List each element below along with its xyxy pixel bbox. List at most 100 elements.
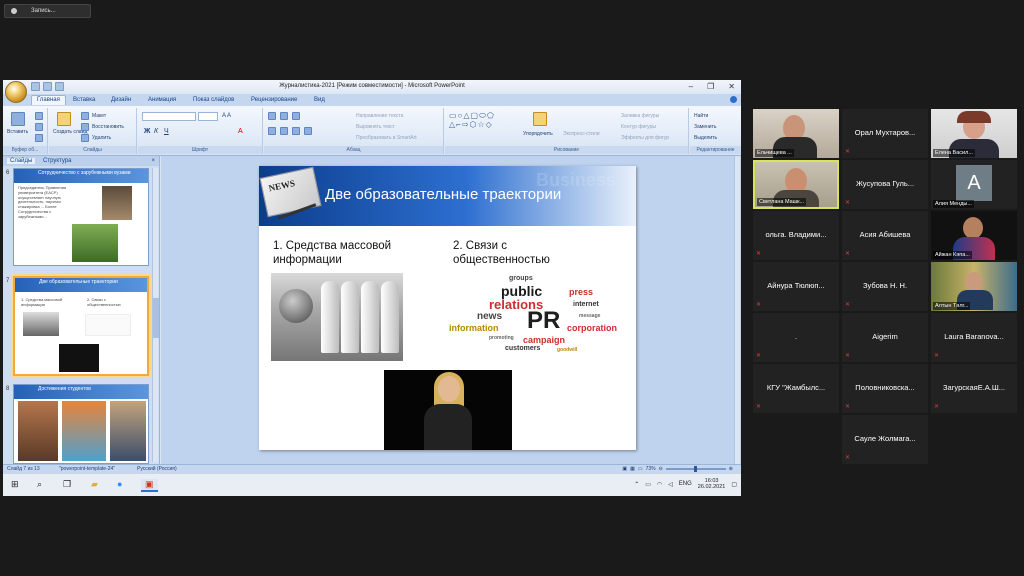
participant-tile[interactable]: Елена Васил...: [931, 109, 1017, 158]
participant-tile[interactable]: КГУ "Жамбылс... ✕: [753, 364, 839, 413]
recording-indicator[interactable]: Запись...: [4, 4, 91, 18]
input-language[interactable]: ENG: [679, 481, 692, 487]
align-right-icon[interactable]: [292, 127, 300, 135]
select-button[interactable]: Выделить: [694, 135, 717, 141]
file-explorer-icon[interactable]: ▰: [91, 479, 98, 490]
network-icon[interactable]: ▭: [645, 481, 651, 488]
participant-tile[interactable]: A Алия Менды...: [931, 160, 1017, 209]
shape-effects-button[interactable]: Эффекты для фигур: [621, 135, 669, 141]
participant-tile[interactable]: ЗагурскаяЕ.А.Ш... ✕: [931, 364, 1017, 413]
find-button[interactable]: Найти: [694, 113, 708, 119]
font-name-field[interactable]: [142, 112, 196, 121]
copy-icon[interactable]: [35, 123, 43, 131]
minimize-icon[interactable]: –: [689, 82, 693, 91]
participant-tile[interactable]: ольга. Владими... ✕: [753, 211, 839, 260]
slide-thumbnail[interactable]: Сотрудничество с зарубежными вузами Пред…: [13, 168, 149, 266]
justify-icon[interactable]: [304, 127, 312, 135]
smartart-button[interactable]: Преобразовать в SmartArt: [356, 135, 417, 141]
current-slide[interactable]: Business NEWS Две образовательные траект…: [259, 166, 636, 450]
tab-home[interactable]: Главная: [31, 95, 66, 105]
participant-tile[interactable]: Алтын Тәлг...: [931, 262, 1017, 311]
numbering-icon[interactable]: [280, 112, 288, 120]
shape-fill-button[interactable]: Заливка фигуры: [621, 113, 659, 119]
restore-icon[interactable]: ❐: [707, 82, 714, 91]
express-styles-button[interactable]: Экспресс-стили: [563, 131, 600, 137]
font-size-field[interactable]: [198, 112, 218, 121]
normal-view-icon[interactable]: ▣: [622, 466, 627, 472]
paste-button[interactable]: Вставить: [7, 129, 28, 135]
replace-button[interactable]: Заменить: [694, 124, 716, 130]
slide-thumbnail[interactable]: Достижения студентов: [13, 384, 149, 464]
wifi-icon[interactable]: ◠: [657, 481, 662, 488]
participant-tile[interactable]: Жусупова Гуль... ✕: [842, 160, 928, 209]
sorter-view-icon[interactable]: ▦: [630, 466, 635, 472]
slide-scrollbar[interactable]: [734, 156, 740, 464]
zoom-slider[interactable]: [665, 466, 726, 472]
underline-icon[interactable]: Ч: [164, 128, 169, 135]
shape-outline-button[interactable]: Контур фигуры: [621, 124, 656, 130]
powerpoint-taskbar-icon[interactable]: ▣: [141, 479, 158, 492]
layout-button[interactable]: Макет: [92, 113, 106, 119]
participant-tile[interactable]: Зубова Н. Н. ✕: [842, 262, 928, 311]
zoom-app-icon[interactable]: ●: [117, 479, 122, 489]
arrange-button[interactable]: Упорядочить: [523, 131, 553, 137]
delete-button[interactable]: Удалить: [92, 135, 111, 141]
tab-slides[interactable]: Слайды: [7, 158, 36, 164]
italic-icon[interactable]: К: [154, 128, 158, 135]
shapes-gallery-row2[interactable]: △⌐⇨⬡☆◇: [449, 120, 493, 129]
tray-chevron-icon[interactable]: ⌃: [634, 481, 639, 488]
grow-font-icon[interactable]: A A: [222, 113, 231, 119]
cut-icon[interactable]: [35, 112, 43, 120]
participant-tile[interactable]: . ✕: [753, 313, 839, 362]
participant-tile[interactable]: Айнура Тюлюп... ✕: [753, 262, 839, 311]
clock[interactable]: 16:03 26.02.2021: [698, 478, 726, 491]
align-left-icon[interactable]: [268, 127, 276, 135]
close-icon[interactable]: ✕: [728, 82, 735, 91]
restore-button[interactable]: Восстановить: [92, 124, 124, 130]
participant-tile[interactable]: Laura Baranova... ✕: [931, 313, 1017, 362]
zoom-out-icon[interactable]: ⊖: [659, 466, 663, 472]
participant-tile[interactable]: Айжан Кәпа...: [931, 211, 1017, 260]
participant-tile-active-speaker[interactable]: Светлана Машк...: [753, 160, 839, 209]
participant-tile[interactable]: Ельчищева ...: [753, 109, 839, 158]
slide-thumbnail-selected[interactable]: Две образовательные траектории 1. Средст…: [13, 276, 149, 376]
delete-icon[interactable]: [81, 134, 89, 142]
task-view-icon[interactable]: ❐: [63, 479, 71, 490]
format-painter-icon[interactable]: [35, 134, 43, 142]
font-color-icon[interactable]: A: [238, 128, 243, 135]
participant-tile[interactable]: Сауле Жолмага... ✕: [842, 415, 928, 464]
tab-design[interactable]: Дизайн: [111, 97, 131, 103]
tab-insert[interactable]: Вставка: [73, 97, 95, 103]
tab-slideshow[interactable]: Показ слайдов: [193, 97, 234, 103]
zoom-in-icon[interactable]: ⊕: [729, 466, 733, 472]
slideshow-view-icon[interactable]: ▭: [638, 466, 643, 472]
tab-review[interactable]: Рецензирование: [251, 97, 297, 103]
align-text-button[interactable]: Выровнять текст: [356, 124, 395, 130]
paste-icon[interactable]: [11, 112, 25, 126]
align-center-icon[interactable]: [280, 127, 288, 135]
participant-tile[interactable]: Половниковска... ✕: [842, 364, 928, 413]
tab-animation[interactable]: Анимация: [148, 97, 176, 103]
bullets-icon[interactable]: [268, 112, 276, 120]
indent-icon[interactable]: [292, 112, 300, 120]
office-button-icon[interactable]: [5, 81, 27, 103]
notifications-icon[interactable]: ▢: [731, 481, 737, 488]
arrange-icon[interactable]: [533, 112, 547, 126]
embedded-video[interactable]: [384, 370, 512, 450]
participant-tile[interactable]: Орал Мухтаров... ✕: [842, 109, 928, 158]
volume-icon[interactable]: ◁: [668, 481, 673, 488]
participant-tile[interactable]: Асия Абишева ✕: [842, 211, 928, 260]
restore-slide-icon[interactable]: [81, 123, 89, 131]
close-icon[interactable]: ×: [151, 158, 155, 164]
thumbnail-scrollbar[interactable]: [152, 168, 159, 462]
participant-tile[interactable]: Aigerim ✕: [842, 313, 928, 362]
tab-structure[interactable]: Структура: [43, 158, 71, 164]
text-direction-button[interactable]: Направление текста: [356, 113, 403, 119]
layout-icon[interactable]: [81, 112, 89, 120]
search-icon[interactable]: ⌕: [37, 479, 42, 490]
tab-view[interactable]: Вид: [314, 97, 325, 103]
windows-start-icon[interactable]: ⊞: [11, 479, 19, 490]
new-slide-icon[interactable]: [57, 112, 71, 126]
help-icon[interactable]: [730, 96, 737, 103]
bold-icon[interactable]: Ж: [144, 128, 150, 135]
